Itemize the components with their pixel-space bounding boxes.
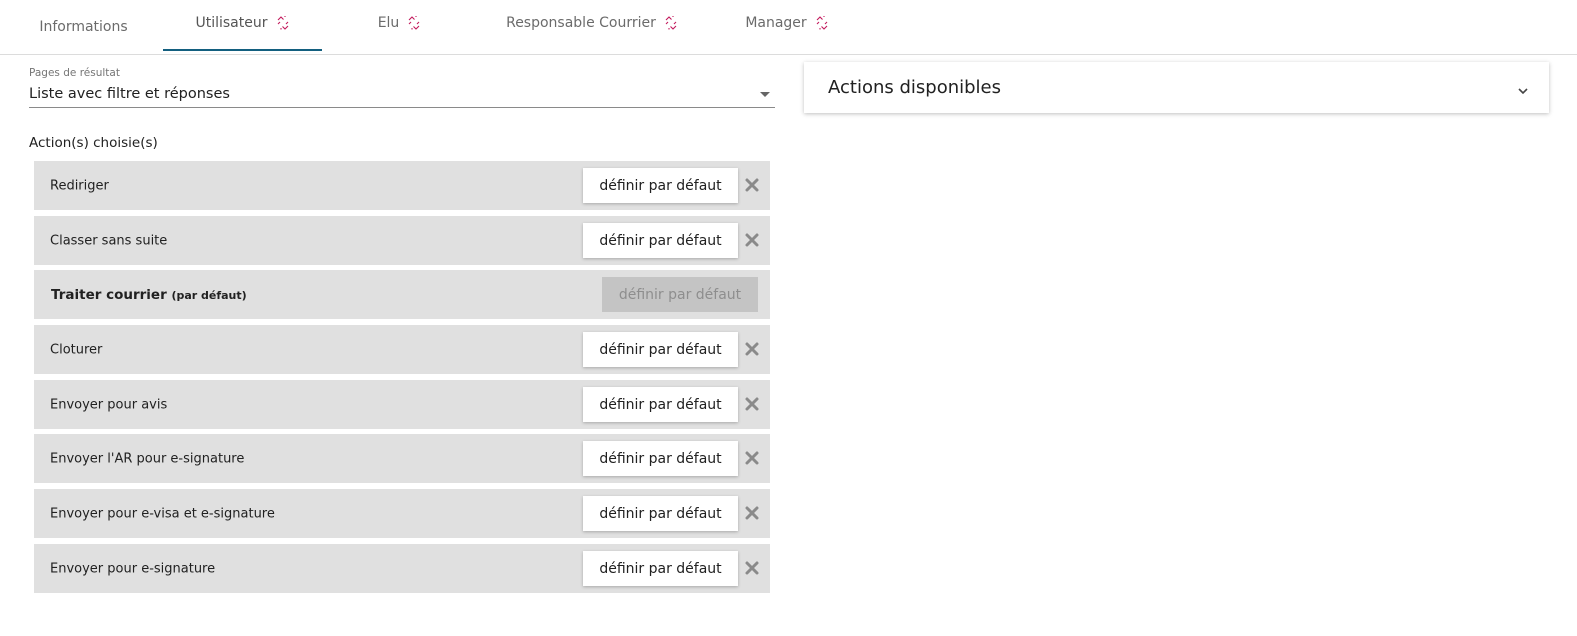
set-default-button[interactable]: définir par défaut <box>583 551 738 586</box>
remove-icon[interactable] <box>744 341 760 357</box>
set-default-button[interactable]: définir par défaut <box>583 332 738 367</box>
action-row-cloturer: Cloturer définir par défaut <box>34 325 770 374</box>
tab-label: Elu <box>377 15 400 31</box>
action-row-envoyer-ar-esignature: Envoyer l'AR pour e-signature définir pa… <box>34 434 770 483</box>
action-label: Classer sans suite <box>50 233 168 248</box>
remove-icon[interactable] <box>744 450 760 466</box>
action-label-default: Traiter courrier (par défaut) <box>51 287 247 303</box>
set-default-button[interactable]: définir par défaut <box>583 168 738 203</box>
action-label: Envoyer l'AR pour e-signature <box>50 451 245 466</box>
action-row-envoyer-pour-avis: Envoyer pour avis définir par défaut <box>34 380 770 429</box>
action-label-text: Traiter courrier <box>51 286 167 303</box>
result-page-select[interactable]: Pages de résultat Liste avec filtre et r… <box>29 66 775 108</box>
dropdown-arrow-icon[interactable] <box>760 92 770 97</box>
tab-responsable-courrier[interactable]: Responsable Courrier <box>487 0 697 50</box>
remove-icon[interactable] <box>744 177 760 193</box>
action-label: Envoyer pour avis <box>50 397 168 412</box>
unlink-icon <box>664 16 678 30</box>
tab-manager[interactable]: Manager <box>728 0 846 50</box>
set-default-button[interactable]: définir par défaut <box>583 441 738 476</box>
tab-label: Responsable Courrier <box>506 15 656 31</box>
remove-icon[interactable] <box>744 560 760 576</box>
set-default-button[interactable]: définir par défaut <box>583 387 738 422</box>
unlink-icon <box>815 16 829 30</box>
action-label: Rediriger <box>50 178 109 193</box>
remove-icon[interactable] <box>744 396 760 412</box>
remove-icon[interactable] <box>744 232 760 248</box>
action-label: Envoyer pour e-signature <box>50 561 216 576</box>
remove-icon[interactable] <box>744 505 760 521</box>
action-row-classer-sans-suite: Classer sans suite définir par défaut <box>34 216 770 265</box>
chevron-down-icon[interactable] <box>1517 82 1529 95</box>
unlink-icon <box>276 16 290 30</box>
set-default-button[interactable]: définir par défaut <box>583 496 738 531</box>
action-label: Cloturer <box>50 342 103 357</box>
action-row-rediriger: Rediriger définir par défaut <box>34 161 770 210</box>
set-default-button[interactable]: définir par défaut <box>583 223 738 258</box>
tab-label: Utilisateur <box>195 15 268 31</box>
chosen-actions-title: Action(s) choisie(s) <box>29 135 158 151</box>
unlink-icon <box>407 16 421 30</box>
available-actions-title: Actions disponibles <box>828 77 1002 98</box>
default-suffix: (par défaut) <box>171 288 247 302</box>
result-page-value: Liste avec filtre et réponses <box>29 86 230 102</box>
tab-label: Informations <box>39 19 128 35</box>
result-page-label: Pages de résultat <box>29 67 120 79</box>
action-row-traiter-courrier: Traiter courrier (par défaut) définir pa… <box>34 270 770 319</box>
action-row-envoyer-evisa-esignature: Envoyer pour e-visa et e-signature défin… <box>34 489 770 538</box>
tab-utilisateur[interactable]: Utilisateur <box>163 0 322 51</box>
tab-informations[interactable]: Informations <box>22 0 145 54</box>
tab-label: Manager <box>745 15 807 31</box>
tab-bar: Informations Utilisateur Elu Responsable… <box>0 0 1577 55</box>
action-label: Envoyer pour e-visa et e-signature <box>50 506 275 521</box>
set-default-button-disabled: définir par défaut <box>602 277 758 312</box>
action-row-envoyer-esignature: Envoyer pour e-signature définir par déf… <box>34 544 770 593</box>
tab-elu[interactable]: Elu <box>322 0 477 50</box>
available-actions-panel[interactable]: Actions disponibles <box>804 62 1549 113</box>
